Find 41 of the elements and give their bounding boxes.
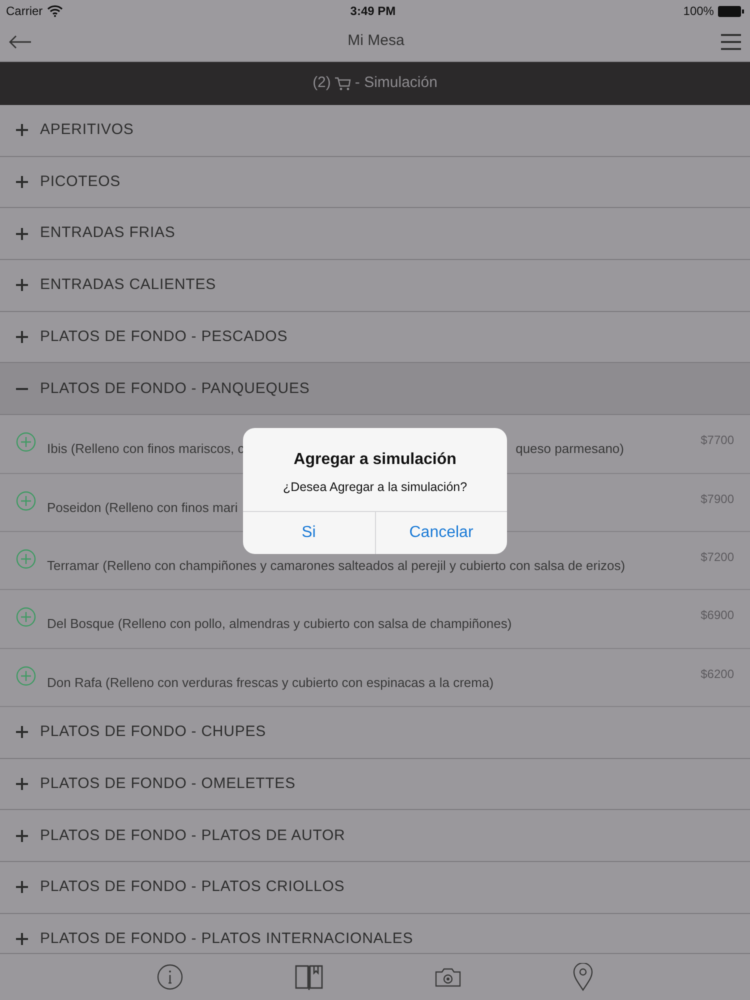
wifi-icon xyxy=(46,5,63,17)
menu-icon[interactable] xyxy=(721,34,741,50)
book-icon[interactable] xyxy=(295,964,323,990)
plus-icon xyxy=(16,279,28,292)
page-title: Mi Mesa xyxy=(348,31,404,52)
category-row[interactable]: PLATOS DE FONDO - PANQUEQUES xyxy=(0,363,750,416)
plus-icon xyxy=(16,881,28,894)
plus-icon xyxy=(16,933,28,946)
dish-text: queso parmesano) xyxy=(516,440,624,458)
carrier-text: Carrier xyxy=(6,3,43,20)
price-text: $7700 xyxy=(700,432,734,450)
plus-icon xyxy=(16,176,28,188)
back-arrow-icon[interactable] xyxy=(9,34,31,48)
plus-icon xyxy=(16,778,28,790)
cart-icon xyxy=(334,76,351,90)
plus-icon xyxy=(16,830,28,842)
cart-count: (2) xyxy=(312,73,331,94)
plus-icon xyxy=(16,331,28,344)
dialog-button[interactable]: Si xyxy=(243,512,374,554)
price-text: $6900 xyxy=(700,607,734,624)
plus-icon xyxy=(16,726,28,738)
dish-text: Don Rafa (Relleno con verduras frescas y cubierto con espinacas a la crema) xyxy=(47,674,494,692)
location-pin-icon[interactable] xyxy=(573,963,593,991)
price-text: $7200 xyxy=(700,548,734,566)
camera-icon[interactable] xyxy=(435,967,461,987)
battery-icon xyxy=(718,6,744,16)
plus-icon xyxy=(16,124,28,136)
dialog-message: ¿Desea Agregar a la simulación? xyxy=(282,479,468,496)
dialog-title: Agregar a simulación xyxy=(294,450,456,470)
battery-text: 100% xyxy=(683,3,714,20)
dish-text: Poseidon (Relleno con finos mari xyxy=(47,498,238,517)
cart-label: - Simulación xyxy=(354,73,438,94)
info-icon[interactable] xyxy=(157,964,183,990)
price-text: $7900 xyxy=(700,490,734,508)
dish-text: Terramar (Relleno con champiñones y camarones salteados al perejil y cubierto con salsa de erizos) xyxy=(47,556,626,575)
price-text: $6200 xyxy=(700,666,734,683)
time-text: 3:49 PM xyxy=(350,3,396,20)
dialog-button[interactable]: Cancelar xyxy=(374,512,507,554)
dish-text: Del Bosque (Relleno con pollo, almendras y cubierto con salsa de champiñones) xyxy=(47,615,512,634)
plus-icon xyxy=(16,228,28,240)
cart-bar[interactable]: (2) - Simulación xyxy=(0,62,750,105)
